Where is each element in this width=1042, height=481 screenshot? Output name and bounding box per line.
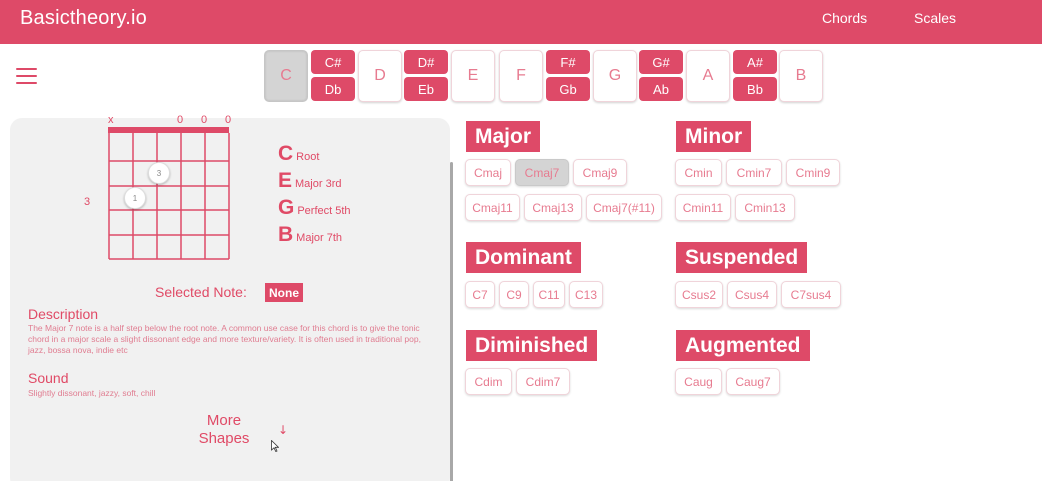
note-d-button[interactable]: D xyxy=(358,50,402,102)
nav-chords-link[interactable]: Chords xyxy=(822,10,867,26)
note-g-button[interactable]: G xyxy=(593,50,637,102)
group-diminished-title: Diminished xyxy=(466,330,598,361)
panel-scrollbar[interactable] xyxy=(450,162,453,481)
note-a-flat-button[interactable]: Ab xyxy=(639,77,683,101)
chord-cmaj7-sharp11-button[interactable]: Cmaj7(#11) xyxy=(586,194,662,221)
group-dominant-title: Dominant xyxy=(466,242,581,273)
note-f-button[interactable]: F xyxy=(499,50,543,102)
group-minor-title: Minor xyxy=(676,121,752,152)
chord-c9-button[interactable]: C9 xyxy=(499,281,529,308)
chord-note-root[interactable]: C Root xyxy=(278,142,319,166)
chord-c13-button[interactable]: C13 xyxy=(569,281,603,308)
note-a-button[interactable]: A xyxy=(686,50,730,102)
chord-cmin7-button[interactable]: Cmin7 xyxy=(726,159,782,186)
note-d-sharp-button[interactable]: D# xyxy=(404,50,448,74)
description-heading: Description xyxy=(28,306,99,322)
more-shapes-line2: Shapes xyxy=(198,430,250,447)
note-d-sharp-pair: D# Eb xyxy=(404,50,448,102)
chord-csus2-button[interactable]: Csus2 xyxy=(675,281,723,308)
sound-text: Slightly dissonant, jazzy, soft, chill xyxy=(28,388,156,398)
root-note-selector: C C# Db D D# Eb E F F# Gb G G# Ab A A# B… xyxy=(0,50,1042,104)
note-letter: E xyxy=(278,169,293,192)
note-interval: Root xyxy=(296,151,320,163)
note-b-button[interactable]: B xyxy=(779,50,823,102)
chord-c7sus4-button[interactable]: C7sus4 xyxy=(781,281,841,308)
note-e-button[interactable]: E xyxy=(451,50,495,102)
group-suspended-title: Suspended xyxy=(676,242,808,273)
top-navbar: Basictheory.io Chords Scales xyxy=(0,0,1042,44)
note-interval: Major 7th xyxy=(296,232,343,244)
chord-cmaj7-button[interactable]: Cmaj7 xyxy=(515,159,569,186)
selected-note-label: Selected Note: xyxy=(155,284,247,300)
chord-c11-button[interactable]: C11 xyxy=(533,281,565,308)
chord-cdim7-button[interactable]: Cdim7 xyxy=(516,368,570,395)
string-mute-mark: x xyxy=(108,114,114,126)
description-text: The Major 7 note is a half step below th… xyxy=(28,323,421,355)
note-letter: G xyxy=(278,196,295,219)
chord-cmaj13-button[interactable]: Cmaj13 xyxy=(524,194,582,221)
chord-caug7-button[interactable]: Caug7 xyxy=(726,368,780,395)
note-c-button[interactable]: C xyxy=(264,50,308,102)
chord-note-fifth[interactable]: G Perfect 5th xyxy=(278,196,351,220)
note-d-flat-button[interactable]: Db xyxy=(311,77,355,101)
chord-csus4-button[interactable]: Csus4 xyxy=(727,281,777,308)
note-g-flat-button[interactable]: Gb xyxy=(546,77,590,101)
string-open-mark: 0 xyxy=(201,114,208,126)
note-f-sharp-pair: F# Gb xyxy=(546,50,590,102)
note-a-sharp-pair: A# Bb xyxy=(733,50,777,102)
chord-cdim-button[interactable]: Cdim xyxy=(465,368,512,395)
note-letter: B xyxy=(278,223,294,246)
finger-dot[interactable]: 3 xyxy=(148,162,170,184)
sound-heading: Sound xyxy=(28,370,69,386)
note-b-flat-button[interactable]: Bb xyxy=(733,77,777,101)
chord-note-third[interactable]: E Major 3rd xyxy=(278,169,341,193)
note-a-sharp-button[interactable]: A# xyxy=(733,50,777,74)
note-g-sharp-button[interactable]: G# xyxy=(639,50,683,74)
finger-dot[interactable]: 1 xyxy=(124,187,146,209)
chord-cmin13-button[interactable]: Cmin13 xyxy=(735,194,795,221)
chord-cmin11-button[interactable]: Cmin11 xyxy=(675,194,731,221)
chord-cmin9-button[interactable]: Cmin9 xyxy=(786,159,840,186)
more-shapes-button[interactable]: More Shapes xyxy=(190,412,258,448)
chord-cmaj11-button[interactable]: Cmaj11 xyxy=(465,194,520,221)
nav-scales-link[interactable]: Scales xyxy=(914,10,956,26)
string-open-mark: 0 xyxy=(177,114,184,126)
group-augmented-title: Augmented xyxy=(676,330,810,361)
note-letter: C xyxy=(278,142,294,165)
chord-cmaj9-button[interactable]: Cmaj9 xyxy=(573,159,627,186)
note-interval: Perfect 5th xyxy=(297,205,351,217)
selected-note-badge: None xyxy=(265,283,303,302)
brand-logo[interactable]: Basictheory.io xyxy=(20,7,147,30)
mouse-cursor-icon xyxy=(271,440,279,452)
chord-c7-button[interactable]: C7 xyxy=(465,281,495,308)
chord-cmaj-button[interactable]: Cmaj xyxy=(465,159,511,186)
chord-cmin-button[interactable]: Cmin xyxy=(675,159,722,186)
chord-note-seventh[interactable]: B Major 7th xyxy=(278,223,342,247)
note-e-flat-button[interactable]: Eb xyxy=(404,77,448,101)
note-c-sharp-pair: C# Db xyxy=(311,50,355,102)
fret-number-label: 3 xyxy=(84,196,91,208)
note-g-sharp-pair: G# Ab xyxy=(639,50,683,102)
arrow-down-icon[interactable]: ↓ xyxy=(278,423,288,437)
chord-caug-button[interactable]: Caug xyxy=(675,368,722,395)
group-major-title: Major xyxy=(466,121,541,152)
note-f-sharp-button[interactable]: F# xyxy=(546,50,590,74)
more-shapes-line1: More xyxy=(206,412,242,429)
string-open-mark: 0 xyxy=(225,114,232,126)
note-interval: Major 3rd xyxy=(295,178,342,190)
note-c-sharp-button[interactable]: C# xyxy=(311,50,355,74)
